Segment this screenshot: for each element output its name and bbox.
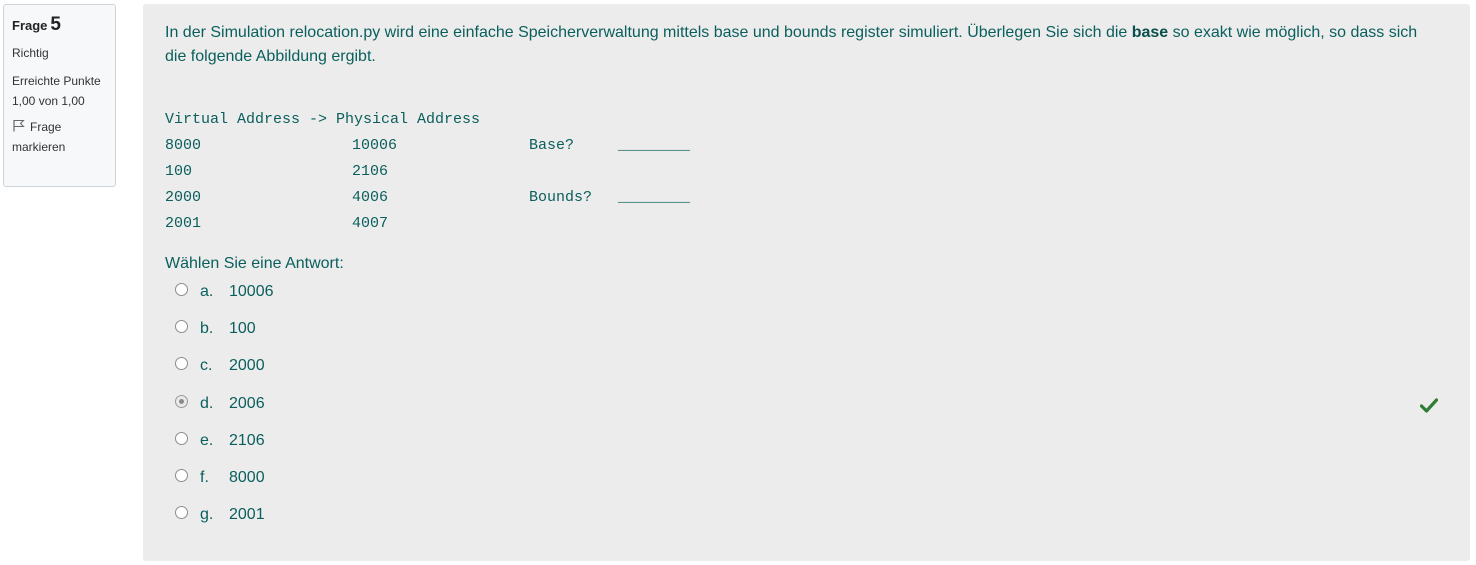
radio-button[interactable] [175, 283, 188, 296]
answer-option-d[interactable]: d. 2006 [175, 394, 1448, 431]
address-table: Virtual Address -> Physical Address 8000… [165, 107, 1448, 237]
question-grade: Erreichte Punkte 1,00 von 1,00 [12, 74, 101, 108]
answer-option-c[interactable]: c. 2000 [175, 356, 1448, 393]
address-row: 100 2106 [165, 163, 389, 180]
address-row: 2001 4007 [165, 215, 389, 232]
question-number-value: 5 [50, 14, 61, 35]
question-label: Frage [12, 18, 48, 33]
radio-button[interactable] [175, 468, 188, 482]
answer-prompt: Wählen Sie eine Antwort: [165, 255, 344, 272]
answer-option-e[interactable]: e. 2106 [175, 431, 1448, 468]
question-state: Richtig [12, 46, 49, 60]
radio-button[interactable] [175, 506, 188, 520]
address-table-header: Virtual Address -> Physical Address [165, 111, 481, 128]
answer-option-b[interactable]: b. 100 [175, 319, 1448, 356]
radio-button[interactable] [175, 357, 188, 371]
flag-icon [12, 119, 25, 138]
address-row: 2000 4006 Bounds? ________ [165, 189, 691, 206]
question-text-bold: base [1131, 24, 1169, 41]
question-info-panel: Frage 5 Richtig Erreichte Punkte 1,00 von… [3, 4, 116, 187]
radio-button-selected[interactable] [175, 394, 188, 408]
flag-question-link[interactable]: Frage markieren [12, 118, 107, 157]
radio-button[interactable] [175, 320, 188, 334]
radio-button[interactable] [175, 431, 188, 445]
answer-option-a[interactable]: a. 10006 [175, 282, 1448, 319]
check-icon [1419, 398, 1439, 418]
address-row: 8000 10006 Base? ________ [165, 137, 691, 154]
answer-option-g[interactable]: g. 2001 [175, 505, 1448, 542]
answer-option-f[interactable]: f. 8000 [175, 468, 1448, 505]
answer-options: a. 10006 b. 100 c. 2000 d. 2006 e. 2106 … [175, 282, 1448, 542]
question-number: Frage 5 [12, 14, 107, 37]
question-content: In der Simulation relocation.py wird ein… [143, 4, 1470, 561]
question-text: In der Simulation relocation.py wird ein… [165, 24, 1418, 65]
